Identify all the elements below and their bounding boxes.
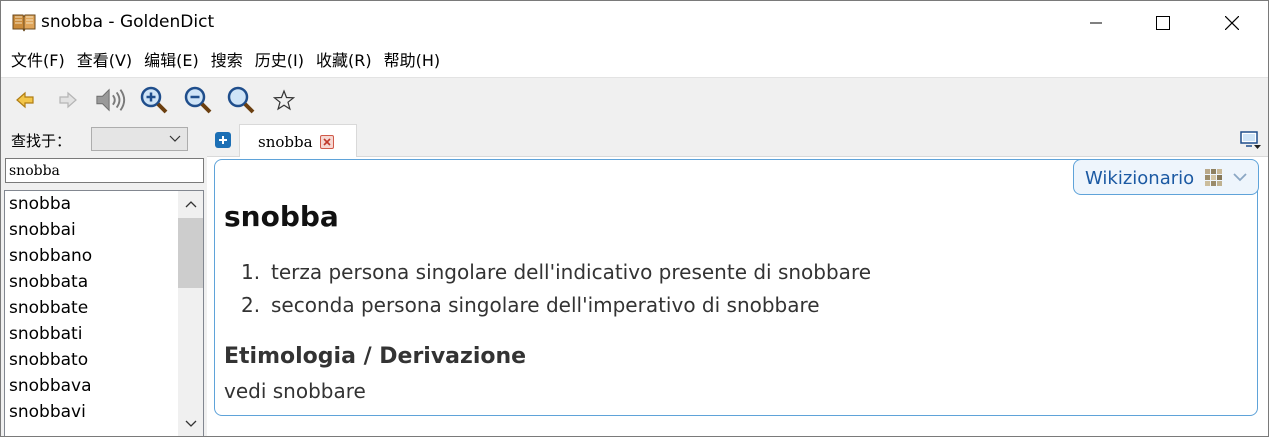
chevron-down-icon [185, 420, 196, 427]
close-icon [1225, 16, 1239, 30]
menu-history[interactable]: 历史(I) [249, 47, 310, 75]
zoom-in-button[interactable] [138, 84, 170, 116]
add-favorite-button[interactable] [268, 84, 300, 116]
tab-list-button[interactable] [1240, 130, 1262, 150]
list-item[interactable]: snobbai [9, 220, 76, 240]
dictionary-name: Wikizionario [1085, 168, 1195, 189]
star-icon [273, 89, 295, 111]
chevron-up-icon [185, 201, 196, 208]
close-icon [323, 138, 331, 146]
etymology-text: vedi snobbare [224, 379, 366, 403]
scroll-down-button[interactable] [178, 411, 203, 436]
word-list: snobba snobbai snobbano snobbata snobbat… [4, 190, 204, 436]
search-input[interactable] [5, 158, 204, 183]
zoom-reset-icon [227, 86, 255, 114]
tab-label: snobba [258, 133, 313, 151]
forward-arrow-icon [59, 91, 77, 109]
new-tab-button[interactable] [215, 132, 231, 148]
menu-search[interactable]: 搜索 [205, 47, 249, 75]
list-item[interactable]: snobbavi [9, 402, 86, 422]
menu-file[interactable]: 文件(F) [5, 47, 71, 75]
tab-snobba[interactable]: snobba [239, 124, 357, 158]
list-item[interactable]: snobba [9, 194, 71, 214]
menu-bar: 文件(F) 查看(V) 编辑(E) 搜索 历史(I) 收藏(R) 帮助(H) [1, 45, 1268, 77]
headword: snobba [224, 200, 339, 233]
zoom-out-button[interactable] [182, 84, 214, 116]
definition-number: 1. [241, 260, 261, 284]
minimize-icon [1090, 22, 1102, 24]
definition-text: terza persona singolare dell'indicativo … [271, 260, 872, 284]
chevron-down-icon [169, 135, 181, 142]
title-bar: snobba - GoldenDict [1, 1, 1268, 45]
forward-button[interactable] [52, 84, 84, 116]
chevron-down-icon [1233, 173, 1247, 182]
maximize-button[interactable] [1140, 1, 1186, 45]
zoom-in-icon [140, 86, 168, 114]
dictionary-badge[interactable]: Wikizionario [1073, 159, 1259, 195]
list-item[interactable]: snobbato [9, 350, 88, 370]
plus-icon [219, 136, 227, 144]
etymology-heading: Etimologia / Derivazione [224, 344, 527, 369]
zoom-reset-button[interactable] [225, 84, 257, 116]
close-button[interactable] [1209, 1, 1255, 45]
list-item[interactable]: snobbate [9, 298, 88, 318]
scrollbar-thumb[interactable] [178, 218, 203, 288]
definition-item: 1. terza persona singolare dell'indicativ… [241, 260, 871, 284]
menu-view[interactable]: 查看(V) [71, 47, 138, 75]
definition-text: seconda persona singolare dell'imperativ… [271, 293, 820, 317]
window-title: snobba - GoldenDict [41, 12, 215, 32]
app-window: snobba - GoldenDict 文件(F) 查看(V) 编辑(E) 搜索… [0, 0, 1269, 437]
monitor-icon [1240, 131, 1261, 149]
menu-favorites[interactable]: 收藏(R) [310, 47, 378, 75]
minimize-button[interactable] [1073, 1, 1119, 45]
scroll-up-button[interactable] [178, 191, 203, 217]
toolbar [1, 77, 1268, 121]
lookin-label: 查找于： [11, 132, 72, 150]
tab-close-button[interactable] [320, 135, 334, 149]
word-panel: 查找于： snobba snobbai snobbano snobbata sn… [1, 121, 207, 436]
list-item[interactable]: snobbava [9, 376, 92, 396]
back-arrow-icon [16, 91, 34, 109]
dictionary-group-select[interactable] [91, 127, 188, 151]
wikizionario-icon [1205, 169, 1222, 186]
article-frame: Wikizionario snobba 1. terza persona sing… [214, 159, 1259, 416]
maximize-icon [1156, 16, 1170, 30]
speaker-icon [96, 88, 126, 112]
list-item[interactable]: snobbano [9, 246, 92, 266]
menu-edit[interactable]: 编辑(E) [138, 47, 205, 75]
definition-number: 2. [241, 293, 261, 317]
tab-bar: snobba [207, 121, 1268, 158]
pronounce-button[interactable] [95, 84, 127, 116]
list-item[interactable]: snobbata [9, 272, 88, 292]
back-button[interactable] [9, 84, 41, 116]
zoom-out-icon [184, 86, 212, 114]
book-icon [12, 12, 36, 32]
definition-item: 2. seconda persona singolare dell'imperat… [241, 293, 820, 317]
menu-help[interactable]: 帮助(H) [378, 47, 447, 75]
word-list-scrollbar[interactable] [178, 191, 203, 436]
list-item[interactable]: snobbati [9, 324, 82, 344]
